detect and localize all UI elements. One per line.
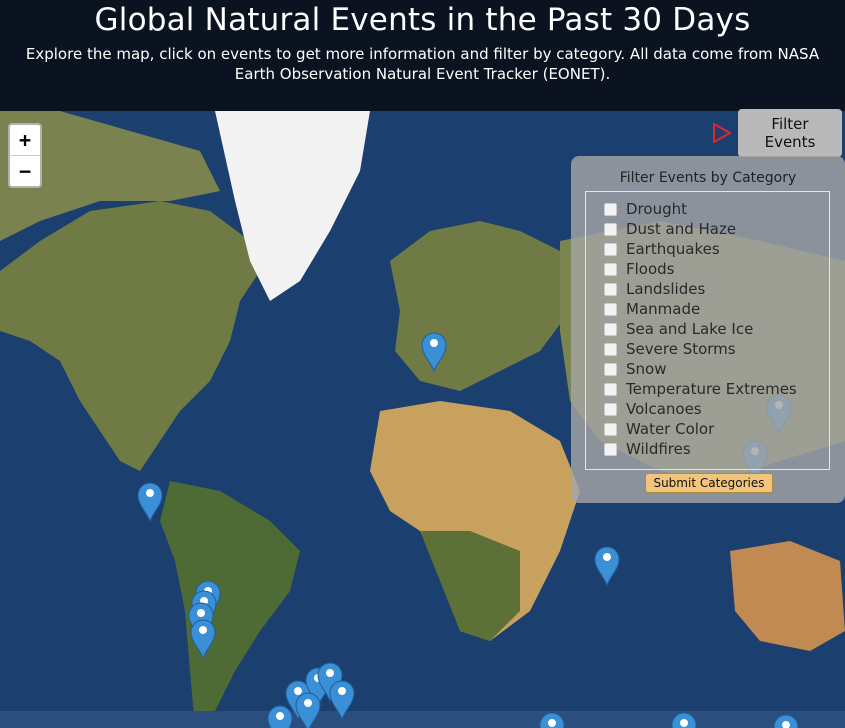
event-marker[interactable] xyxy=(773,714,799,728)
checkbox[interactable] xyxy=(604,322,617,336)
category-label: Floods xyxy=(626,260,675,278)
event-marker[interactable] xyxy=(267,705,293,728)
zoom-out-button[interactable]: − xyxy=(10,155,40,186)
checkbox[interactable] xyxy=(604,262,617,276)
category-label: Volcanoes xyxy=(626,400,702,418)
category-item[interactable]: Landslides xyxy=(604,279,705,299)
category-label: Drought xyxy=(626,200,687,218)
category-item[interactable]: Water Color xyxy=(604,419,714,439)
page-header: Global Natural Events in the Past 30 Day… xyxy=(0,0,845,111)
event-marker[interactable] xyxy=(539,712,565,728)
category-label: Sea and Lake Ice xyxy=(626,320,754,338)
category-item[interactable]: Manmade xyxy=(604,299,700,319)
checkbox[interactable] xyxy=(604,282,617,296)
filter-panel: Filter Events by Category Drought Dust a… xyxy=(571,156,845,503)
filter-toggle[interactable]: Filter Events xyxy=(712,109,842,157)
zoom-in-button[interactable]: + xyxy=(10,125,40,155)
category-label: Severe Storms xyxy=(626,340,736,358)
category-item[interactable]: Floods xyxy=(604,259,675,279)
category-item[interactable]: Temperature Extremes xyxy=(604,379,797,399)
category-label: Water Color xyxy=(626,420,715,438)
event-marker[interactable] xyxy=(190,619,216,660)
play-arrow-icon[interactable] xyxy=(712,122,732,144)
category-label: Earthquakes xyxy=(626,240,720,258)
checkbox[interactable] xyxy=(604,362,617,376)
category-item[interactable]: Wildfires xyxy=(604,439,691,459)
filter-events-button[interactable]: Filter Events xyxy=(738,109,842,157)
event-marker[interactable] xyxy=(295,692,321,728)
filter-panel-title: Filter Events by Category xyxy=(619,170,797,186)
category-item[interactable]: Drought xyxy=(604,199,687,219)
category-label: Dust and Haze xyxy=(626,220,737,238)
page-subtitle: Explore the map, click on events to get … xyxy=(25,45,820,83)
checkbox[interactable] xyxy=(604,342,617,356)
checkbox[interactable] xyxy=(604,422,617,436)
checkbox[interactable] xyxy=(604,402,617,416)
event-marker[interactable] xyxy=(594,546,620,587)
category-label: Temperature Extremes xyxy=(626,380,797,398)
category-list: Drought Dust and Haze Earthquakes Floods… xyxy=(585,191,830,470)
checkbox[interactable] xyxy=(604,202,617,216)
category-item[interactable]: Sea and Lake Ice xyxy=(604,319,753,339)
category-label: Manmade xyxy=(626,300,701,318)
category-item[interactable]: Earthquakes xyxy=(604,239,720,259)
event-marker[interactable] xyxy=(671,712,697,728)
zoom-control: + − xyxy=(8,123,42,188)
checkbox[interactable] xyxy=(604,442,617,456)
page-title: Global Natural Events in the Past 30 Day… xyxy=(94,2,751,38)
event-marker[interactable] xyxy=(329,680,355,721)
checkbox[interactable] xyxy=(604,302,617,316)
category-item[interactable]: Severe Storms xyxy=(604,339,736,359)
category-item[interactable]: Volcanoes xyxy=(604,399,702,419)
event-marker[interactable] xyxy=(137,482,163,523)
category-label: Snow xyxy=(626,360,667,378)
event-marker[interactable] xyxy=(421,332,447,373)
checkbox[interactable] xyxy=(604,382,617,396)
checkbox[interactable] xyxy=(604,242,617,256)
submit-categories-button[interactable]: Submit Categories xyxy=(645,473,773,493)
category-label: Wildfires xyxy=(626,440,691,458)
category-label: Landslides xyxy=(626,280,706,298)
checkbox[interactable] xyxy=(604,222,617,236)
category-item[interactable]: Dust and Haze xyxy=(604,219,736,239)
category-item[interactable]: Snow xyxy=(604,359,666,379)
